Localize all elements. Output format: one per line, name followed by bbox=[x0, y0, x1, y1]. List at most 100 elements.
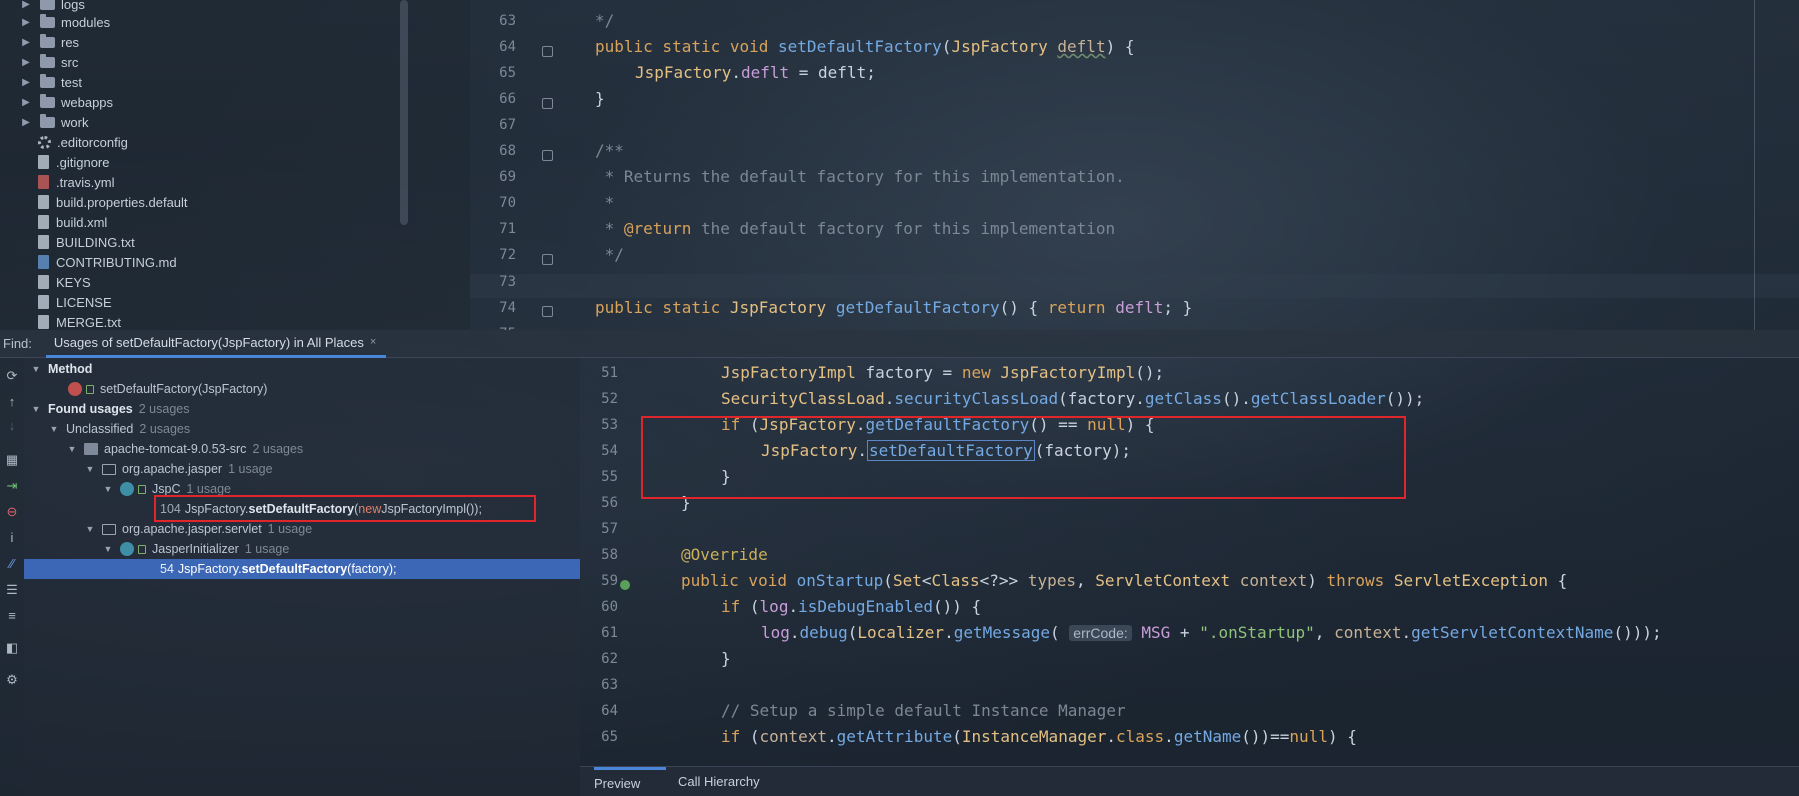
tree-item-res[interactable]: ▶ res bbox=[20, 32, 79, 52]
tree-item-build-xml[interactable]: build.xml bbox=[38, 212, 107, 232]
tree-item-editorconfig[interactable]: .editorconfig bbox=[38, 132, 128, 152]
code-token: . bbox=[1401, 623, 1412, 642]
chevron-right-icon[interactable]: ▶ bbox=[20, 0, 32, 10]
code-line: * Returns the default factory for this i… bbox=[595, 167, 1125, 186]
find-tool-window-header: Find: Usages of setDefaultFactory(JspFac… bbox=[0, 330, 1799, 358]
line-number: 72 bbox=[499, 247, 516, 263]
code-token: JspFactoryImpl bbox=[1000, 363, 1136, 382]
tab-call-hierarchy[interactable]: Call Hierarchy bbox=[678, 774, 760, 789]
line-number: 65 bbox=[499, 65, 516, 81]
close-icon[interactable]: × bbox=[370, 336, 376, 348]
unclassified-row[interactable]: ▼ Unclassified 2 usages bbox=[24, 419, 580, 439]
fold-marker-icon[interactable] bbox=[542, 98, 553, 109]
file-icon bbox=[38, 155, 49, 169]
method-group-row[interactable]: ▼ Method bbox=[24, 359, 580, 379]
tree-item-label: build.xml bbox=[56, 214, 108, 230]
fold-marker-icon[interactable] bbox=[542, 46, 553, 57]
code-token: the default factory for this implementat… bbox=[691, 219, 1116, 238]
package-row[interactable]: ▼ org.apache.jasper 1 usage bbox=[24, 459, 580, 479]
code-token: ( bbox=[883, 571, 893, 590]
up-icon[interactable]: ↑ bbox=[4, 394, 20, 410]
code-token: + bbox=[1170, 623, 1200, 642]
editor-top-pane[interactable]: 63 64 65 66 67 68 69 70 71 72 73 74 75 *… bbox=[470, 0, 1799, 330]
collapse-icon[interactable]: ≡ bbox=[4, 608, 20, 624]
text-file-icon bbox=[38, 235, 49, 249]
chevron-right-icon[interactable]: ▶ bbox=[20, 77, 32, 88]
tree-item-label: logs bbox=[61, 0, 85, 12]
settings-icon[interactable]: ⚙ bbox=[4, 672, 20, 688]
folder-icon bbox=[40, 113, 55, 128]
usage-count: 1 usage bbox=[244, 542, 290, 556]
code-token: if bbox=[721, 597, 750, 616]
code-token: ( bbox=[847, 623, 858, 642]
tree-item-build-properties[interactable]: build.properties.default bbox=[38, 192, 188, 212]
code-token: ( bbox=[952, 727, 962, 746]
chevron-down-icon[interactable]: ▼ bbox=[30, 364, 42, 374]
package-row[interactable]: ▼ org.apache.jasper.servlet 1 usage bbox=[24, 519, 580, 539]
tree-item-label: MERGE.txt bbox=[56, 314, 122, 330]
implements-gutter-icon[interactable] bbox=[620, 580, 630, 590]
tree-item-travis-yml[interactable]: .travis.yml bbox=[38, 172, 115, 192]
tree-item-gitignore[interactable]: .gitignore bbox=[38, 152, 109, 172]
rerun-icon[interactable]: ⟳ bbox=[4, 368, 20, 384]
usage-row-selected[interactable]: 54 JspFactory. setDefaultFactory (factory); bbox=[24, 559, 580, 579]
info-icon[interactable]: i bbox=[4, 530, 20, 546]
tree-item-work[interactable]: ▶ work bbox=[20, 112, 88, 132]
class-row[interactable]: ▼ JasperInitializer 1 usage bbox=[24, 539, 580, 559]
line-number: 71 bbox=[499, 221, 516, 237]
usage-count: 2 usages bbox=[252, 442, 304, 456]
merge-icon[interactable]: ⁄⁄ bbox=[4, 556, 20, 572]
fold-marker-icon[interactable] bbox=[542, 254, 553, 265]
chevron-right-icon[interactable]: ▶ bbox=[20, 57, 32, 68]
chevron-right-icon[interactable]: ▶ bbox=[20, 117, 32, 128]
project-tree-scrollbar[interactable] bbox=[400, 0, 408, 225]
code-token: deflt bbox=[1115, 298, 1164, 317]
tree-item-modules[interactable]: ▶ modules bbox=[20, 12, 110, 32]
code-token: ; } bbox=[1163, 298, 1193, 317]
chevron-down-icon[interactable]: ▼ bbox=[48, 424, 60, 434]
chevron-down-icon[interactable]: ▼ bbox=[84, 524, 96, 534]
fold-marker-icon[interactable] bbox=[542, 150, 553, 161]
code-token: * bbox=[595, 219, 624, 238]
fold-marker-icon[interactable] bbox=[542, 306, 553, 317]
code-line: if (context.getAttribute(InstanceManager… bbox=[721, 727, 1357, 746]
project-row[interactable]: ▼ apache-tomcat-9.0.53-src 2 usages bbox=[24, 439, 580, 459]
class-icon bbox=[120, 542, 134, 556]
method-row[interactable]: setDefaultFactory(JspFactory) bbox=[24, 379, 580, 399]
tree-item-contributing-md[interactable]: CONTRIBUTING.md bbox=[38, 252, 177, 272]
chevron-down-icon[interactable]: ▼ bbox=[84, 464, 96, 474]
navigate-icon[interactable]: ⇥ bbox=[4, 478, 20, 494]
line-number: 51 bbox=[601, 365, 618, 381]
code-token: Class bbox=[931, 571, 980, 590]
tree-item-license[interactable]: LICENSE bbox=[38, 292, 112, 312]
code-token: ) { bbox=[1327, 727, 1357, 746]
exclude-icon[interactable]: ⊖ bbox=[4, 504, 20, 520]
group-icon[interactable]: ▦ bbox=[4, 452, 20, 468]
tree-item-building-txt[interactable]: BUILDING.txt bbox=[38, 232, 135, 252]
code-token: ) bbox=[1307, 571, 1327, 590]
tree-item-webapps[interactable]: ▶ webapps bbox=[20, 92, 113, 112]
chevron-down-icon[interactable]: ▼ bbox=[30, 404, 42, 414]
tree-item-keys[interactable]: KEYS bbox=[38, 272, 91, 292]
chevron-right-icon[interactable]: ▶ bbox=[20, 17, 32, 28]
tree-item-test[interactable]: ▶ test bbox=[20, 72, 82, 92]
down-icon[interactable]: ↓ bbox=[4, 418, 20, 434]
found-usages-row[interactable]: ▼ Found usages 2 usages bbox=[24, 399, 580, 419]
chevron-right-icon[interactable]: ▶ bbox=[20, 97, 32, 108]
tab-preview[interactable]: Preview bbox=[594, 766, 666, 796]
expand-icon[interactable]: ☰ bbox=[4, 582, 20, 598]
project-icon bbox=[84, 443, 98, 455]
chevron-down-icon[interactable]: ▼ bbox=[66, 444, 78, 454]
tree-item-src[interactable]: ▶ src bbox=[20, 52, 78, 72]
tree-item-label: test bbox=[61, 74, 82, 90]
chevron-down-icon[interactable]: ▼ bbox=[102, 544, 114, 554]
chevron-right-icon[interactable]: ▶ bbox=[20, 37, 32, 48]
tree-item-merge-txt[interactable]: MERGE.txt bbox=[38, 312, 121, 330]
code-token: types bbox=[1027, 571, 1076, 590]
tab-usages[interactable]: Usages of setDefaultFactory(JspFactory) … bbox=[45, 330, 387, 358]
chevron-down-icon[interactable]: ▼ bbox=[102, 484, 114, 494]
tree-item-label: LICENSE bbox=[56, 294, 112, 310]
preview-editor-pane[interactable]: 51 52 53 54 55 56 57 58 59 60 61 62 63 6… bbox=[580, 358, 1799, 766]
code-line: SecurityClassLoad.securityClassLoad(fact… bbox=[721, 389, 1424, 408]
preview-icon[interactable]: ◧ bbox=[4, 640, 20, 656]
